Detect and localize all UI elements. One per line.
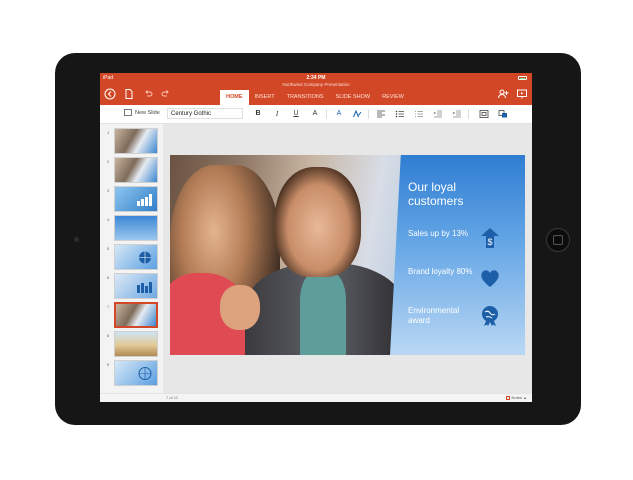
slide-number: 9 (107, 362, 110, 367)
thumbnail-image (114, 302, 158, 328)
font-color-icon[interactable] (351, 108, 363, 120)
text-highlight-glyph: A (336, 110, 342, 117)
home-button[interactable] (546, 228, 570, 252)
camera-lens (74, 237, 79, 242)
slide-thumbnail[interactable]: 8 (100, 331, 163, 359)
ribbon-divider (368, 109, 369, 119)
thumbnail-image (114, 128, 158, 154)
slide-thumbnail[interactable]: 6 (100, 273, 163, 301)
slide-photo-hand (220, 285, 260, 330)
present-icon[interactable] (516, 88, 528, 100)
slide-thumbnail[interactable]: 4 (100, 215, 163, 243)
slide-editing-canvas[interactable]: Our loyal customers Sales up by 13% $ Br… (163, 124, 532, 393)
thumbnail-image (114, 186, 158, 212)
globe-icon (138, 367, 152, 380)
new-slide-icon (124, 109, 132, 116)
slide-number: 1 (107, 130, 110, 135)
slide-photo-man (275, 167, 361, 277)
tab-review[interactable]: REVIEW (376, 90, 410, 105)
battery-icon (518, 76, 527, 80)
bold-button[interactable]: B (252, 108, 264, 120)
slide-number: 8 (107, 333, 110, 338)
thumbnail-image (114, 360, 158, 386)
back-icon[interactable] (104, 88, 116, 100)
slide-thumbnail[interactable]: 5 (100, 244, 163, 272)
bullets-icon[interactable] (394, 108, 406, 120)
slide-counter: 7 of 11 (166, 395, 178, 400)
font-name-field[interactable]: Century Gothic (167, 108, 243, 119)
document-title: Northwind Company Presentation (282, 82, 350, 87)
font-size-glyph: A (312, 110, 318, 117)
ipad-screen: iPad 2:34 PM Northwind Company Presentat… (100, 73, 532, 402)
ribbon-divider (468, 109, 469, 119)
slide-thumbnail[interactable]: 3 (100, 186, 163, 214)
slide-number: 4 (107, 217, 110, 222)
decrease-indent-icon[interactable] (432, 108, 444, 120)
tab-home[interactable]: HOME (220, 90, 249, 105)
font-size-button[interactable]: A (309, 108, 321, 120)
slide-thumbnail-pane: 1 2 3 4 5 6 7 8 9 (100, 124, 164, 396)
file-icon[interactable] (123, 88, 135, 100)
new-slide-label: New Slide (135, 109, 160, 116)
heart-icon (481, 270, 499, 287)
text-highlight-button[interactable]: A (333, 108, 345, 120)
tab-slide-show[interactable]: SLIDE SHOW (330, 90, 377, 105)
thumbnail-image (114, 244, 158, 270)
home-ribbon: New Slide Century Gothic B I U A A (100, 105, 532, 124)
title-bar: iPad 2:34 PM Northwind Company Presentat… (100, 73, 532, 105)
align-left-icon[interactable] (375, 108, 387, 120)
slide-photo-tshirt (300, 273, 346, 355)
tab-transitions[interactable]: TRANSITIONS (281, 90, 330, 105)
redo-icon[interactable] (160, 88, 172, 100)
italic-button[interactable]: I (271, 108, 283, 120)
bar-chart-icon (137, 194, 152, 206)
slide-number: 7 (107, 304, 110, 309)
notes-icon (505, 395, 510, 400)
shapes-icon[interactable] (478, 108, 490, 120)
slide-bullet-award[interactable]: Environmental award (408, 306, 480, 326)
ribbon-divider (326, 109, 327, 119)
thumbnail-image (114, 331, 158, 357)
slide-number: 2 (107, 159, 110, 164)
dollar-arrow-up-icon: $ (481, 228, 499, 248)
slide-title[interactable]: Our loyal customers (408, 180, 508, 208)
globe-award-icon (482, 306, 498, 326)
svg-text:$: $ (487, 237, 492, 247)
underline-button[interactable]: U (290, 108, 302, 120)
tab-insert[interactable]: INSERT (249, 90, 281, 105)
increase-indent-icon[interactable] (451, 108, 463, 120)
slide-thumbnail[interactable]: 1 (100, 128, 163, 156)
notes-button[interactable]: Notes ▴ (505, 395, 526, 400)
thumbnail-image (114, 157, 158, 183)
thumbnail-image (114, 273, 158, 299)
slide-number: 6 (107, 275, 110, 280)
slide-number: 3 (107, 188, 110, 193)
slide-bullet-loyalty[interactable]: Brand loyalty 80% (408, 267, 480, 277)
globe-icon (139, 251, 151, 264)
status-bar: 7 of 11 Notes ▴ (100, 393, 532, 402)
slide-bullet-sales[interactable]: Sales up by 13% (408, 229, 480, 239)
numbering-icon[interactable] (413, 108, 425, 120)
new-slide-button[interactable]: New Slide (124, 109, 160, 116)
slide-number: 5 (107, 246, 110, 251)
ribbon-tabs: HOME INSERT TRANSITIONS SLIDE SHOW REVIE… (220, 90, 410, 105)
notes-label: Notes (511, 395, 522, 400)
thumbnail-image (114, 215, 158, 241)
slide-thumbnail-selected[interactable]: 7 (100, 302, 163, 330)
arrange-icon[interactable] (497, 108, 509, 120)
slide-thumbnail[interactable]: 9 (100, 360, 163, 388)
current-slide[interactable]: Our loyal customers Sales up by 13% $ Br… (170, 155, 525, 355)
undo-icon[interactable] (142, 88, 154, 100)
bar-chart-icon (137, 282, 152, 293)
slide-thumbnail[interactable]: 2 (100, 157, 163, 185)
add-person-icon[interactable] (497, 88, 509, 100)
status-time: 2:34 PM (306, 75, 326, 81)
chevron-up-icon: ▴ (523, 395, 526, 400)
